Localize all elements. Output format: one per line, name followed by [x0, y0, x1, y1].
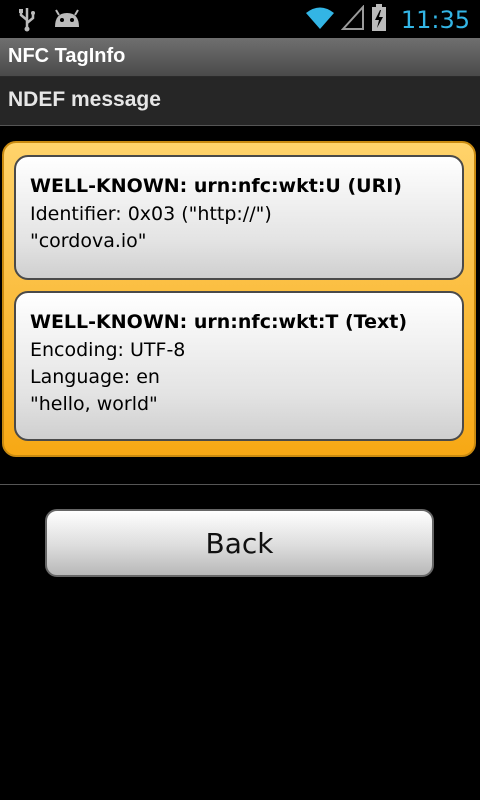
app-title-bar: NFC TagInfo — [0, 38, 480, 77]
divider — [0, 484, 480, 485]
wifi-icon — [305, 5, 335, 35]
record-payload: "hello, world" — [30, 393, 158, 415]
status-bar: 11:35 — [0, 0, 480, 38]
usb-icon — [16, 6, 38, 36]
signal-icon — [340, 4, 365, 35]
record-encoding: Encoding: UTF-8 — [30, 339, 186, 361]
ndef-record-text: WELL-KNOWN: urn:nfc:wkt:T (Text) Encodin… — [14, 291, 464, 441]
record-title: WELL-KNOWN: urn:nfc:wkt:T (Text) — [30, 311, 408, 333]
section-header: NDEF message — [0, 77, 480, 126]
back-button[interactable]: Back — [45, 509, 434, 577]
section-title: NDEF message — [8, 88, 161, 111]
record-identifier: Identifier: 0x03 ("http://") — [30, 203, 272, 225]
status-clock: 11:35 — [400, 6, 470, 34]
record-language: Language: en — [30, 366, 160, 388]
record-payload: "cordova.io" — [30, 230, 147, 252]
record-title: WELL-KNOWN: urn:nfc:wkt:U (URI) — [30, 175, 402, 197]
android-icon — [52, 7, 82, 35]
app-title: NFC TagInfo — [8, 45, 126, 67]
ndef-record-uri: WELL-KNOWN: urn:nfc:wkt:U (URI) Identifi… — [14, 155, 464, 280]
battery-charging-icon — [371, 4, 387, 36]
